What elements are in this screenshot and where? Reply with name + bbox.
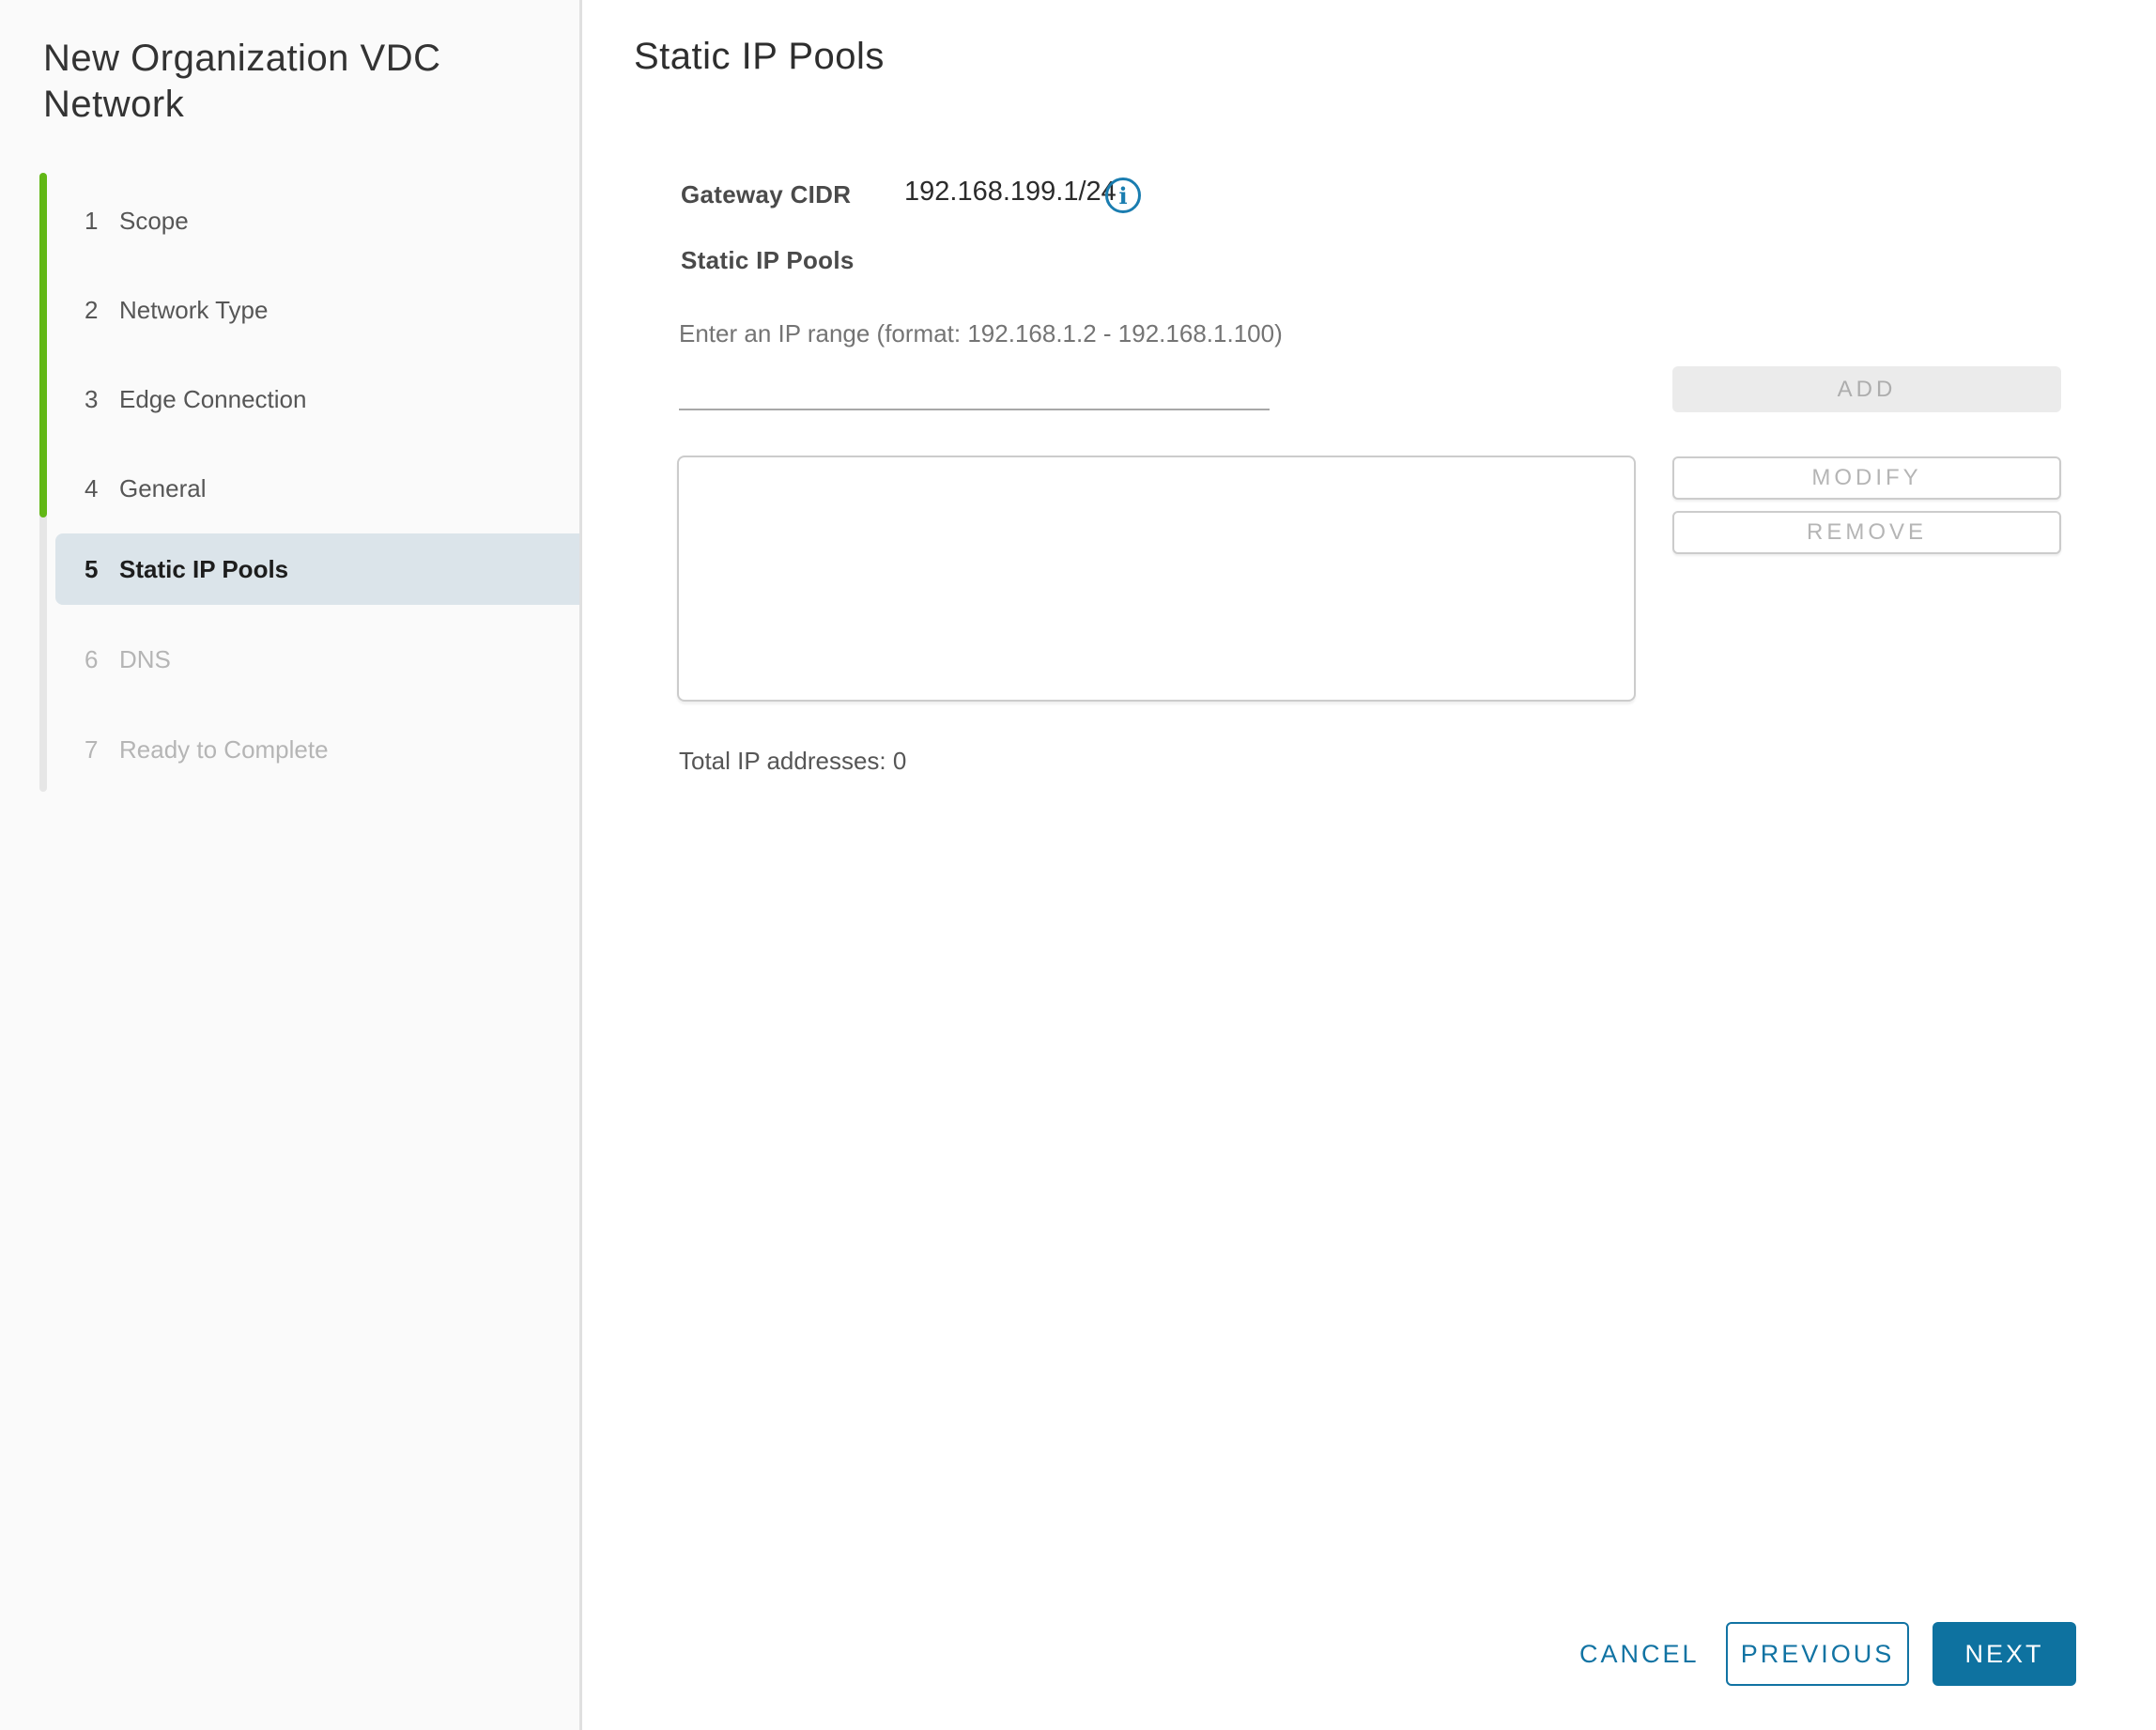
step-label: Ready to Complete bbox=[119, 735, 329, 765]
step-number: 4 bbox=[85, 474, 119, 503]
sidebar-step-static-ip-pools[interactable]: 5 Static IP Pools bbox=[55, 533, 579, 605]
ip-pool-listbox[interactable] bbox=[677, 456, 1636, 702]
page-title: Static IP Pools bbox=[634, 36, 885, 78]
total-ip-addresses-label: Total IP addresses: 0 bbox=[679, 747, 906, 776]
step-label: Edge Connection bbox=[119, 385, 306, 414]
step-number: 2 bbox=[85, 296, 119, 325]
add-button[interactable]: ADD bbox=[1672, 366, 2061, 412]
gateway-cidr-value: 192.168.199.1/24 bbox=[904, 177, 1116, 208]
step-label: Scope bbox=[119, 207, 189, 236]
wizard-title: New Organization VDC Network bbox=[43, 36, 550, 128]
sidebar-step-general[interactable]: 4 General bbox=[55, 453, 579, 524]
gateway-cidr-label: Gateway CIDR bbox=[681, 180, 851, 209]
info-icon[interactable]: i bbox=[1105, 178, 1141, 213]
next-button[interactable]: NEXT bbox=[1933, 1622, 2076, 1686]
new-org-vdc-network-wizard: New Organization VDC Network 1 Scope 2 N… bbox=[0, 0, 2156, 1730]
cancel-button[interactable]: CANCEL bbox=[1559, 1622, 1720, 1686]
step-label: DNS bbox=[119, 645, 171, 674]
ip-range-input[interactable] bbox=[679, 369, 1270, 410]
step-number: 3 bbox=[85, 385, 119, 414]
step-label: General bbox=[119, 474, 207, 503]
step-label: Static IP Pools bbox=[119, 555, 288, 584]
step-number: 7 bbox=[85, 735, 119, 765]
step-number: 6 bbox=[85, 645, 119, 674]
progress-track bbox=[39, 173, 47, 792]
static-ip-pools-label: Static IP Pools bbox=[681, 246, 855, 275]
step-label: Network Type bbox=[119, 296, 268, 325]
modify-button[interactable]: MODIFY bbox=[1672, 456, 2061, 500]
progress-fill-bar bbox=[39, 173, 47, 517]
sidebar-step-scope[interactable]: 1 Scope bbox=[55, 185, 579, 256]
sidebar-step-dns: 6 DNS bbox=[55, 624, 579, 695]
sidebar-step-edge-connection[interactable]: 3 Edge Connection bbox=[55, 363, 579, 435]
sidebar-step-ready-to-complete: 7 Ready to Complete bbox=[55, 714, 579, 785]
wizard-sidebar: New Organization VDC Network 1 Scope 2 N… bbox=[0, 0, 582, 1730]
step-number: 1 bbox=[85, 207, 119, 236]
sidebar-step-network-type[interactable]: 2 Network Type bbox=[55, 274, 579, 346]
remove-button[interactable]: REMOVE bbox=[1672, 511, 2061, 554]
step-number: 5 bbox=[85, 555, 119, 584]
previous-button[interactable]: PREVIOUS bbox=[1726, 1622, 1909, 1686]
ip-range-hint-label: Enter an IP range (format: 192.168.1.2 -… bbox=[679, 319, 1283, 348]
